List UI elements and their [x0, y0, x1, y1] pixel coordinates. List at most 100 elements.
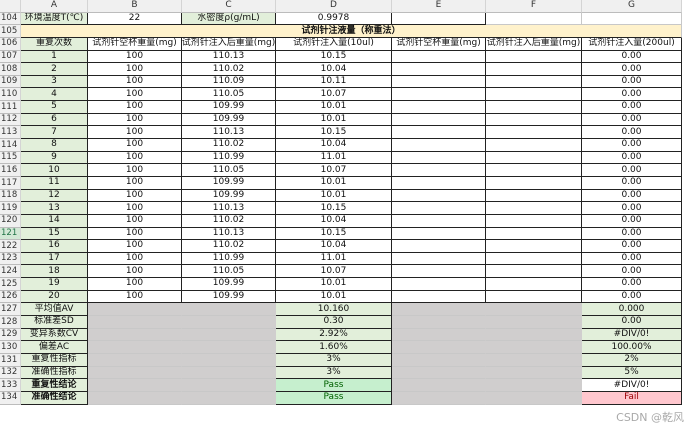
injection-volume-200ul[interactable]: 0.00 [582, 75, 682, 89]
empty-cup-weight-200ul[interactable] [392, 214, 486, 228]
injection-volume-200ul[interactable]: 0.00 [582, 240, 682, 253]
empty-cup-weight-200ul[interactable] [392, 75, 486, 89]
injection-volume-200ul[interactable]: 0.00 [582, 202, 682, 215]
filled-weight-10ul[interactable]: 110.02 [182, 139, 276, 152]
injection-volume-200ul[interactable]: 0.00 [582, 189, 682, 203]
injection-volume-10ul[interactable]: 10.04 [276, 139, 392, 152]
empty-cup-weight-10ul[interactable]: 100 [88, 50, 182, 64]
blank-gray-cell[interactable] [486, 366, 582, 380]
repeat-number[interactable]: 5 [21, 101, 88, 114]
summary-value-200ul[interactable]: 2% [582, 353, 682, 367]
injection-volume-10ul[interactable]: 11.01 [276, 252, 392, 266]
summary-label[interactable]: 重复性结论 [21, 379, 88, 392]
filled-weight-10ul[interactable]: 109.99 [182, 189, 276, 203]
summary-value-10ul[interactable]: Pass [276, 391, 392, 405]
empty-cup-weight-10ul[interactable]: 100 [88, 227, 182, 241]
injection-volume-200ul[interactable]: 0.00 [582, 278, 682, 291]
injection-volume-10ul[interactable]: 10.07 [276, 265, 392, 279]
cell-g104[interactable] [582, 12, 682, 26]
blank-gray-cell[interactable] [182, 303, 276, 317]
blank-gray-cell[interactable] [182, 328, 276, 342]
column-header-e[interactable]: E [392, 0, 486, 13]
empty-cup-weight-10ul[interactable]: 100 [88, 113, 182, 127]
filled-weight-10ul[interactable]: 109.99 [182, 101, 276, 114]
summary-value-10ul[interactable]: 3% [276, 353, 392, 367]
injection-volume-200ul[interactable]: 0.00 [582, 214, 682, 228]
row-header[interactable]: 111 [0, 101, 21, 114]
injection-volume-10ul[interactable]: 10.15 [276, 227, 392, 241]
blank-gray-cell[interactable] [486, 303, 582, 317]
blank-gray-cell[interactable] [88, 341, 182, 354]
injection-volume-200ul[interactable]: 0.00 [582, 151, 682, 165]
injection-volume-200ul[interactable]: 0.00 [582, 113, 682, 127]
filled-weight-200ul[interactable] [486, 240, 582, 253]
blank-gray-cell[interactable] [88, 316, 182, 329]
repeat-number[interactable]: 10 [21, 164, 88, 177]
filled-weight-200ul[interactable] [486, 88, 582, 102]
filled-weight-10ul[interactable]: 110.09 [182, 75, 276, 89]
injection-volume-200ul[interactable]: 0.00 [582, 63, 682, 76]
empty-cup-weight-10ul[interactable]: 100 [88, 290, 182, 304]
cell-f104[interactable] [486, 12, 582, 26]
blank-gray-cell[interactable] [486, 328, 582, 342]
filled-weight-10ul[interactable]: 109.99 [182, 113, 276, 127]
injection-volume-10ul[interactable]: 10.01 [276, 101, 392, 114]
injection-volume-200ul[interactable]: 0.00 [582, 126, 682, 140]
summary-label[interactable]: 变异系数CV [21, 328, 88, 342]
injection-volume-10ul[interactable]: 11.01 [276, 151, 392, 165]
injection-volume-10ul[interactable]: 10.01 [276, 189, 392, 203]
filled-weight-200ul[interactable] [486, 176, 582, 190]
injection-volume-10ul[interactable]: 10.07 [276, 164, 392, 177]
filled-weight-10ul[interactable]: 110.13 [182, 202, 276, 215]
filled-weight-10ul[interactable]: 110.02 [182, 63, 276, 76]
injection-volume-10ul[interactable]: 10.01 [276, 176, 392, 190]
filled-weight-10ul[interactable]: 109.99 [182, 176, 276, 190]
blank-gray-cell[interactable] [88, 391, 182, 405]
column-label[interactable]: 试剂针注入后重量(mg) [486, 37, 582, 51]
filled-weight-200ul[interactable] [486, 126, 582, 140]
empty-cup-weight-10ul[interactable]: 100 [88, 265, 182, 279]
repeat-number[interactable]: 7 [21, 126, 88, 140]
filled-weight-10ul[interactable]: 110.13 [182, 50, 276, 64]
row-header[interactable]: 120 [0, 214, 21, 228]
empty-cup-weight-200ul[interactable] [392, 113, 486, 127]
row-header[interactable]: 109 [0, 75, 21, 89]
empty-cup-weight-200ul[interactable] [392, 252, 486, 266]
injection-volume-10ul[interactable]: 10.04 [276, 240, 392, 253]
row-header[interactable]: 119 [0, 202, 21, 215]
injection-volume-10ul[interactable]: 10.01 [276, 278, 392, 291]
summary-label[interactable]: 准确性结论 [21, 391, 88, 405]
empty-cup-weight-200ul[interactable] [392, 50, 486, 64]
injection-volume-200ul[interactable]: 0.00 [582, 176, 682, 190]
row-header[interactable]: 126 [0, 290, 21, 304]
empty-cup-weight-10ul[interactable]: 100 [88, 164, 182, 177]
blank-gray-cell[interactable] [392, 366, 486, 380]
filled-weight-200ul[interactable] [486, 139, 582, 152]
empty-cup-weight-10ul[interactable]: 100 [88, 88, 182, 102]
filled-weight-200ul[interactable] [486, 75, 582, 89]
filled-weight-200ul[interactable] [486, 189, 582, 203]
empty-cup-weight-10ul[interactable]: 100 [88, 202, 182, 215]
injection-volume-200ul[interactable]: 0.00 [582, 227, 682, 241]
filled-weight-10ul[interactable]: 110.02 [182, 214, 276, 228]
filled-weight-200ul[interactable] [486, 50, 582, 64]
summary-value-200ul[interactable]: #DIV/0! [582, 379, 682, 392]
empty-cup-weight-10ul[interactable]: 100 [88, 139, 182, 152]
empty-cup-weight-200ul[interactable] [392, 151, 486, 165]
blank-gray-cell[interactable] [88, 379, 182, 392]
blank-gray-cell[interactable] [392, 379, 486, 392]
filled-weight-10ul[interactable]: 109.99 [182, 278, 276, 291]
filled-weight-10ul[interactable]: 110.99 [182, 151, 276, 165]
column-header-b[interactable]: B [88, 0, 182, 13]
empty-cup-weight-200ul[interactable] [392, 139, 486, 152]
filled-weight-200ul[interactable] [486, 113, 582, 127]
injection-volume-10ul[interactable]: 10.01 [276, 113, 392, 127]
blank-gray-cell[interactable] [392, 341, 486, 354]
injection-volume-200ul[interactable]: 0.00 [582, 139, 682, 152]
water-density-value[interactable]: 0.9978 [276, 12, 392, 26]
blank-gray-cell[interactable] [182, 366, 276, 380]
row-header[interactable]: 112 [0, 113, 21, 127]
row-header[interactable]: 132 [0, 366, 21, 380]
blank-gray-cell[interactable] [486, 316, 582, 329]
empty-cup-weight-10ul[interactable]: 100 [88, 252, 182, 266]
